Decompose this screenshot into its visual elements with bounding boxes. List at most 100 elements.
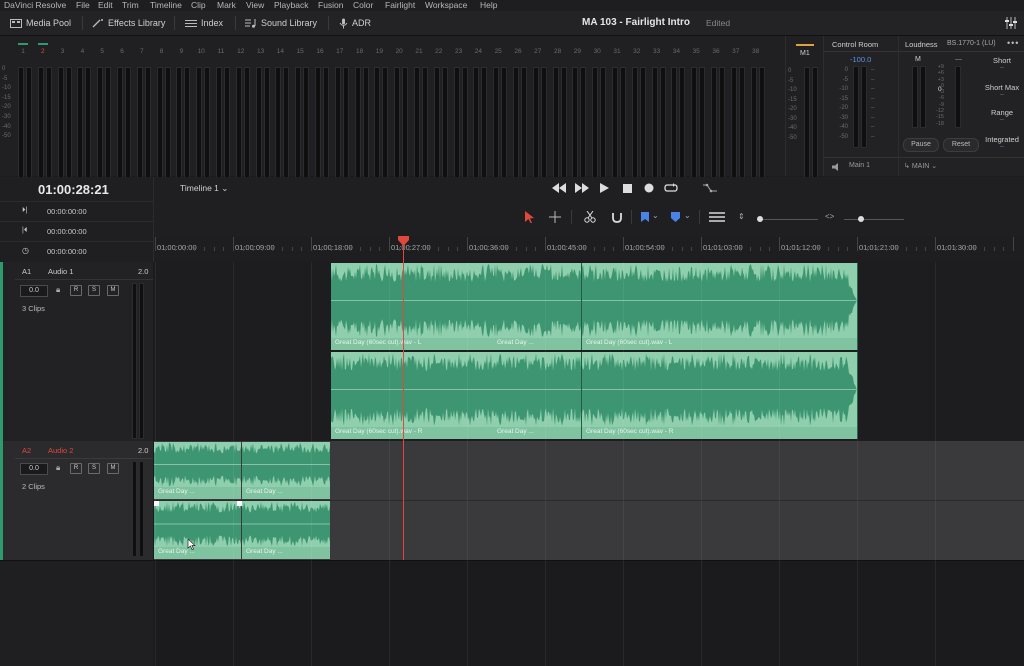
- main-timecode: 01:00:28:21: [38, 182, 109, 197]
- effects-library-button[interactable]: Effects Library: [92, 11, 165, 35]
- menu-view[interactable]: View: [246, 0, 264, 11]
- menu-help[interactable]: Help: [480, 0, 497, 11]
- menu-clip[interactable]: Clip: [191, 0, 206, 11]
- horizontal-zoom-slider[interactable]: [844, 219, 904, 220]
- channel-number: 21: [415, 48, 423, 55]
- solo-button[interactable]: S: [88, 285, 100, 296]
- track-id: A1: [22, 267, 32, 276]
- reset-button[interactable]: Reset: [943, 138, 979, 152]
- menu-fairlight[interactable]: Fairlight: [385, 0, 415, 11]
- sound-library-button[interactable]: Sound Library: [245, 11, 317, 35]
- ruler-minor-tick: [301, 247, 303, 251]
- audio-clip[interactable]: Great Day (60sec cut).wav - R: [331, 352, 494, 439]
- audio-clip[interactable]: Great Day ...: [154, 501, 241, 559]
- audio-clip[interactable]: Great Day ...: [242, 501, 330, 559]
- automation-icon[interactable]: [702, 182, 718, 194]
- mark-out-timecode[interactable]: 00:00:00:00: [47, 227, 87, 236]
- channel-number: 29: [573, 48, 581, 55]
- empty-timeline-area[interactable]: [154, 561, 1024, 666]
- menu-mark[interactable]: Mark: [217, 0, 236, 11]
- pointer-icon[interactable]: [525, 211, 535, 223]
- mark-in-timecode[interactable]: 00:00:00:00: [47, 207, 87, 216]
- playhead-handle[interactable]: [398, 236, 409, 246]
- channel-number: 19: [375, 48, 383, 55]
- solo-button[interactable]: S: [88, 463, 100, 474]
- adr-button[interactable]: ADR: [339, 11, 371, 35]
- ruler-minor-tick: [993, 247, 995, 251]
- vertical-zoom-handle[interactable]: [757, 216, 763, 222]
- fast-forward-icon[interactable]: [575, 183, 589, 193]
- timeline-select[interactable]: Timeline 1 ⌄: [180, 183, 228, 194]
- audio-clip[interactable]: Great Day (60sec cut).wav - L: [331, 263, 494, 350]
- track-header-a1: A1 Audio 1 2.0 0.0 🔒︎ R S M 3 Clips: [0, 262, 153, 442]
- record-arm-button[interactable]: R: [70, 463, 82, 474]
- razor-icon[interactable]: [584, 211, 596, 223]
- menu-trim[interactable]: Trim: [122, 0, 139, 11]
- record-icon[interactable]: [644, 183, 654, 193]
- menu-app[interactable]: DaVinci Resolve: [4, 0, 66, 11]
- mute-button[interactable]: M: [107, 463, 119, 474]
- more-options-icon[interactable]: •••: [1007, 38, 1019, 48]
- play-icon[interactable]: [600, 183, 609, 193]
- fade-handle[interactable]: [237, 501, 242, 506]
- vertical-zoom-icon[interactable]: ⇕: [738, 212, 745, 221]
- index-button[interactable]: Index: [185, 11, 223, 35]
- record-arm-button[interactable]: R: [70, 285, 82, 296]
- audio-clip[interactable]: Great Day ...: [242, 442, 330, 499]
- horizontal-zoom-handle[interactable]: [858, 216, 864, 222]
- timeline-name: Timeline 1: [180, 183, 219, 193]
- monitor-select[interactable]: Main 1: [849, 162, 870, 169]
- playhead-line: [403, 245, 404, 560]
- mute-button[interactable]: M: [107, 285, 119, 296]
- track-height-icon[interactable]: [709, 212, 725, 222]
- menu-playback[interactable]: Playback: [274, 0, 309, 11]
- loudness-standard[interactable]: BS.1770-1 (LU): [947, 40, 996, 47]
- speaker-icon[interactable]: [832, 163, 841, 171]
- ruler-minor-tick: [554, 247, 556, 251]
- ruler-label: 01:00:45:00: [547, 243, 587, 252]
- lock-icon[interactable]: 🔒︎: [56, 463, 60, 473]
- ruler-minor-tick: [652, 247, 654, 251]
- audio-clip[interactable]: Great Day ...: [493, 263, 582, 350]
- menu-edit[interactable]: Edit: [98, 0, 113, 11]
- menu-workspace[interactable]: Workspace: [425, 0, 467, 11]
- timeline-ruler[interactable]: 01:00:00:00 01:00:09:00 01:00:18:00 01:00:2…: [154, 237, 1024, 263]
- pause-button[interactable]: Pause: [903, 138, 939, 152]
- loop-icon[interactable]: [664, 182, 678, 194]
- channel-number: 26: [514, 48, 522, 55]
- media-pool-button[interactable]: Media Pool: [10, 11, 71, 35]
- menu-file[interactable]: File: [76, 0, 90, 11]
- output-select[interactable]: ↳ MAIN ⌄: [904, 162, 937, 170]
- duration-timecode[interactable]: 00:00:00:00: [47, 247, 87, 256]
- audio-clip[interactable]: Great Day ...: [493, 352, 582, 439]
- stop-icon[interactable]: [623, 184, 632, 193]
- mixer-icon[interactable]: [1005, 17, 1017, 29]
- chevron-down-icon[interactable]: ⌄: [684, 211, 691, 220]
- track-name[interactable]: Audio 1: [48, 267, 73, 276]
- track-name[interactable]: Audio 2: [48, 446, 73, 455]
- vertical-zoom-slider[interactable]: [758, 219, 818, 220]
- track-volume[interactable]: 0.0: [20, 463, 48, 475]
- rewind-icon[interactable]: [552, 183, 566, 193]
- marker-icon[interactable]: [671, 212, 680, 222]
- channel-number: 33: [652, 48, 661, 55]
- ruler-label: 01:00:18:00: [313, 243, 353, 252]
- ruler-minor-tick: [593, 247, 595, 251]
- project-status: Edited: [706, 18, 731, 28]
- ruler-minor-tick: [964, 247, 966, 251]
- flag-icon[interactable]: [641, 212, 649, 222]
- chevron-down-icon[interactable]: ⌄: [652, 211, 659, 220]
- audio-clip[interactable]: Great Day ...: [154, 442, 241, 499]
- range-select-icon[interactable]: [549, 211, 561, 223]
- lock-icon[interactable]: 🔒︎: [56, 285, 60, 295]
- horizontal-zoom-icon[interactable]: <>: [825, 212, 834, 221]
- duration-icon: ◷: [22, 246, 29, 255]
- mouse-cursor: [187, 538, 196, 550]
- menu-fusion[interactable]: Fusion: [318, 0, 344, 11]
- track-volume[interactable]: 0.0: [20, 285, 48, 297]
- menu-color[interactable]: Color: [353, 0, 373, 11]
- channel-active-indicator: [18, 43, 28, 45]
- snapping-icon[interactable]: [611, 211, 623, 223]
- menu-timeline[interactable]: Timeline: [150, 0, 182, 11]
- ruler-minor-tick: [564, 247, 566, 251]
